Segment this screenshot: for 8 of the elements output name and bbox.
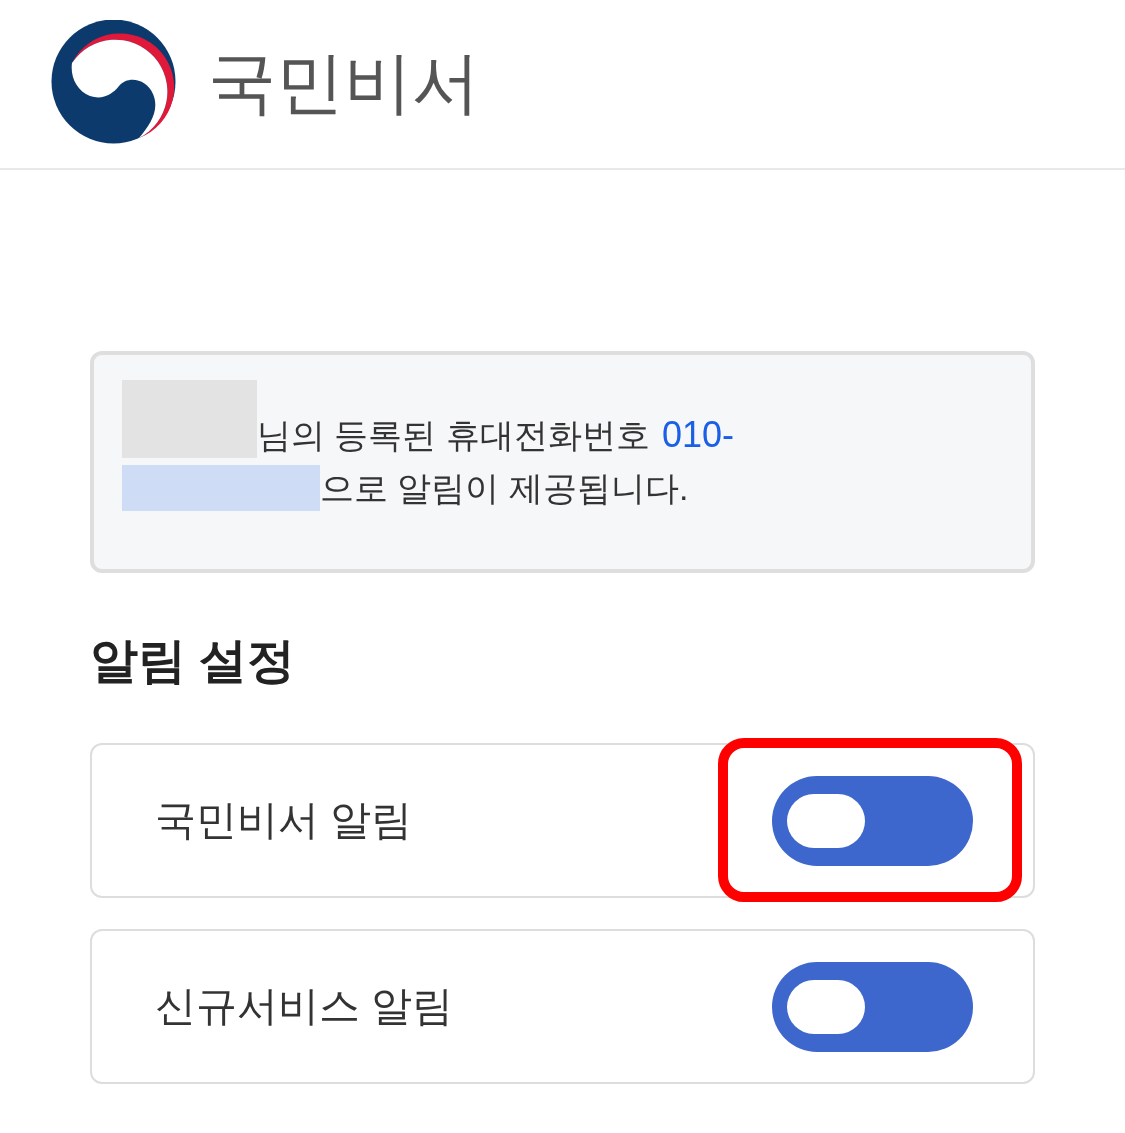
swirl-logo-icon: [50, 20, 178, 144]
phone-number: 010-: [661, 413, 734, 457]
app-title: 국민비서: [208, 48, 480, 116]
section-title: 알림 설정: [90, 633, 297, 689]
notice-text: 으로 알림이 제공됩니다.: [320, 468, 689, 509]
setting-label: 국민비서 알림: [155, 795, 413, 845]
notice-text: 님의 등록된 휴대전화번호: [257, 415, 650, 456]
setting-label: 신규서비스 알림: [155, 981, 454, 1031]
